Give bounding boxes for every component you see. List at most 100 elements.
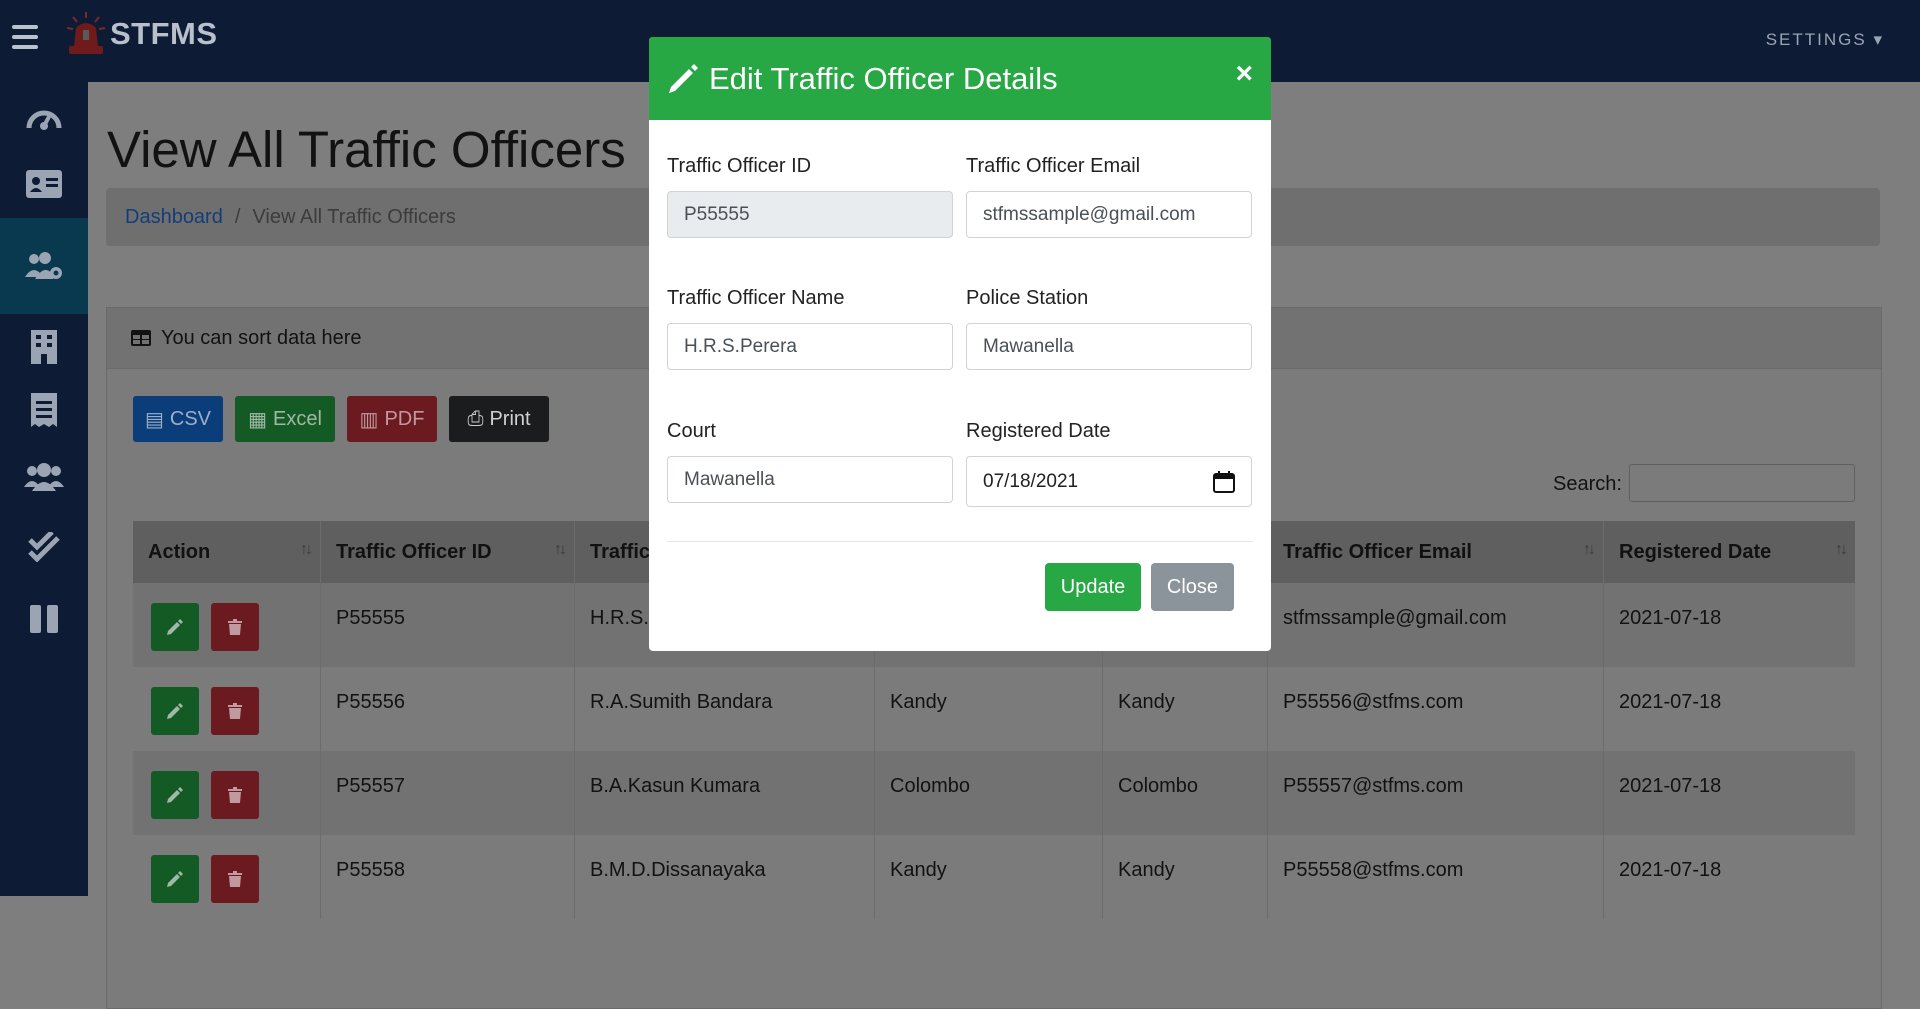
columns-icon: [30, 605, 58, 633]
table-cell: 2021-07-18: [1619, 775, 1722, 797]
email-field[interactable]: stfmssample@gmail.com: [966, 191, 1252, 238]
sidebar-item-dashboard[interactable]: [0, 92, 88, 142]
excel-label: Excel: [273, 407, 322, 430]
receipt-icon: [31, 393, 57, 427]
close-icon[interactable]: ×: [1235, 59, 1253, 89]
calendar-icon[interactable]: [1213, 470, 1235, 493]
brand-logo[interactable]: STFMS: [64, 10, 218, 58]
column-header-registered-date[interactable]: Registered Date ↑↓: [1604, 521, 1855, 583]
delete-row-button[interactable]: [211, 771, 259, 819]
csv-label: CSV: [169, 407, 212, 430]
csv-button[interactable]: ▤ CSV: [133, 396, 223, 442]
station-field[interactable]: Mawanella: [966, 323, 1252, 370]
breadcrumb-dashboard-link[interactable]: Dashboard: [125, 206, 223, 229]
print-label: Print: [489, 407, 531, 430]
pencil-icon: [167, 703, 183, 719]
table-cell: P55556@stfms.com: [1268, 667, 1604, 751]
search-input[interactable]: [1629, 464, 1855, 502]
hamburger-menu-icon[interactable]: [12, 25, 38, 49]
siren-icon: [64, 10, 108, 58]
sidebar-item-traffic-officers[interactable]: [0, 218, 88, 314]
reg-date-group: Registered Date 07/18/2021: [966, 420, 1252, 507]
export-buttons: ▤ CSV ▦ Excel ▥ PDF ⎙ Print: [133, 396, 549, 442]
table-cell: P55556: [321, 667, 575, 751]
page-title: View All Traffic Officers: [107, 121, 626, 178]
column-header-action[interactable]: Action ↑↓: [133, 521, 321, 583]
print-button[interactable]: ⎙ Print: [449, 396, 549, 442]
delete-row-button[interactable]: [211, 603, 259, 651]
edit-row-button[interactable]: [151, 771, 199, 819]
pdf-button[interactable]: ▥ PDF: [347, 396, 437, 442]
row-actions: [133, 835, 321, 919]
table-row: P55556 R.A.Sumith Bandara Kandy Kandy P55556…: [133, 667, 1855, 751]
excel-button[interactable]: ▦ Excel: [235, 396, 335, 442]
users-cog-icon: [25, 252, 62, 279]
sidebar-item-users[interactable]: [0, 452, 88, 502]
name-label: Traffic Officer Name: [667, 287, 845, 309]
table-cell: Kandy: [1103, 667, 1268, 751]
edit-officer-modal: Edit Traffic Officer Details × Traffic O…: [649, 37, 1271, 651]
breadcrumb-separator: /: [234, 205, 241, 228]
close-button[interactable]: Close: [1151, 563, 1234, 611]
name-group: Traffic Officer Name H.R.S.Perera: [667, 287, 953, 370]
table-cell: P55558: [321, 835, 575, 919]
modal-divider: [667, 541, 1253, 542]
table-cell: R.A.Sumith Bandara: [575, 667, 875, 751]
sidebar-item-reports[interactable]: [0, 594, 88, 644]
table-cell: 2021-07-18: [1619, 691, 1722, 713]
sidebar-item-officers[interactable]: [0, 159, 88, 209]
file-excel-icon: ▦: [248, 408, 267, 431]
file-csv-icon: ▤: [144, 408, 164, 431]
trash-icon: [228, 787, 242, 803]
email-group: Traffic Officer Email stfmssample@gmail.…: [966, 155, 1252, 238]
reg-date-label: Registered Date: [966, 420, 1111, 442]
name-field[interactable]: H.R.S.Perera: [667, 323, 953, 370]
print-icon: ⎙: [467, 407, 484, 430]
table-cell: stfmssample@gmail.com: [1268, 583, 1604, 667]
row-actions: [133, 751, 321, 835]
card-header-text: You can sort data here: [161, 326, 362, 349]
officer-id-label: Traffic Officer ID: [667, 155, 812, 177]
reg-date-field[interactable]: 07/18/2021: [966, 456, 1252, 507]
breadcrumb-current: View All Traffic Officers: [252, 205, 456, 228]
settings-dropdown[interactable]: SETTINGS ▾: [1766, 30, 1884, 50]
column-header-email[interactable]: Traffic Officer Email ↑↓: [1268, 521, 1604, 583]
column-header-officer-id[interactable]: Traffic Officer ID ↑↓: [321, 521, 575, 583]
modal-header: Edit Traffic Officer Details ×: [649, 37, 1271, 120]
file-pdf-icon: ▥: [359, 408, 379, 431]
edit-row-button[interactable]: [151, 603, 199, 651]
table-row: P55558 B.M.D.Dissanayaka Kandy Kandy P55558@…: [133, 835, 1855, 919]
table-cell: P55557: [321, 751, 575, 835]
officer-id-field[interactable]: P55555: [667, 191, 953, 238]
table-cell: Colombo: [875, 751, 1103, 835]
trash-icon: [228, 703, 242, 719]
table-cell: Kandy: [875, 667, 1103, 751]
officer-id-group: Traffic Officer ID P55555: [667, 155, 953, 238]
pdf-label: PDF: [384, 407, 425, 430]
station-group: Police Station Mawanella: [966, 287, 1252, 370]
delete-row-button[interactable]: [211, 687, 259, 735]
court-field[interactable]: Mawanella: [667, 456, 953, 503]
users-icon: [24, 463, 64, 491]
sidebar-item-stations[interactable]: [0, 322, 88, 372]
update-button[interactable]: Update: [1045, 563, 1141, 611]
table-cell: 2021-07-18: [1619, 607, 1722, 629]
pencil-icon: [167, 619, 183, 635]
check-double-icon: [28, 532, 60, 562]
sidebar-item-fines[interactable]: [0, 385, 88, 435]
row-actions: [133, 667, 321, 751]
table-cell: Kandy: [875, 835, 1103, 919]
building-icon: [31, 330, 57, 364]
table-row: P55557 B.A.Kasun Kumara Colombo Colombo P555…: [133, 751, 1855, 835]
court-label: Court: [667, 420, 716, 442]
table-cell: P55557@stfms.com: [1268, 751, 1604, 835]
edit-row-button[interactable]: [151, 687, 199, 735]
table-cell: B.M.D.Dissanayaka: [575, 835, 875, 919]
court-group: Court Mawanella: [667, 420, 953, 503]
table-cell: P55555: [321, 583, 575, 667]
modal-title: Edit Traffic Officer Details: [709, 60, 1058, 96]
sidebar-item-approvals[interactable]: [0, 522, 88, 572]
id-card-icon: [26, 170, 62, 198]
row-actions: [133, 583, 321, 667]
trash-icon: [228, 871, 242, 887]
